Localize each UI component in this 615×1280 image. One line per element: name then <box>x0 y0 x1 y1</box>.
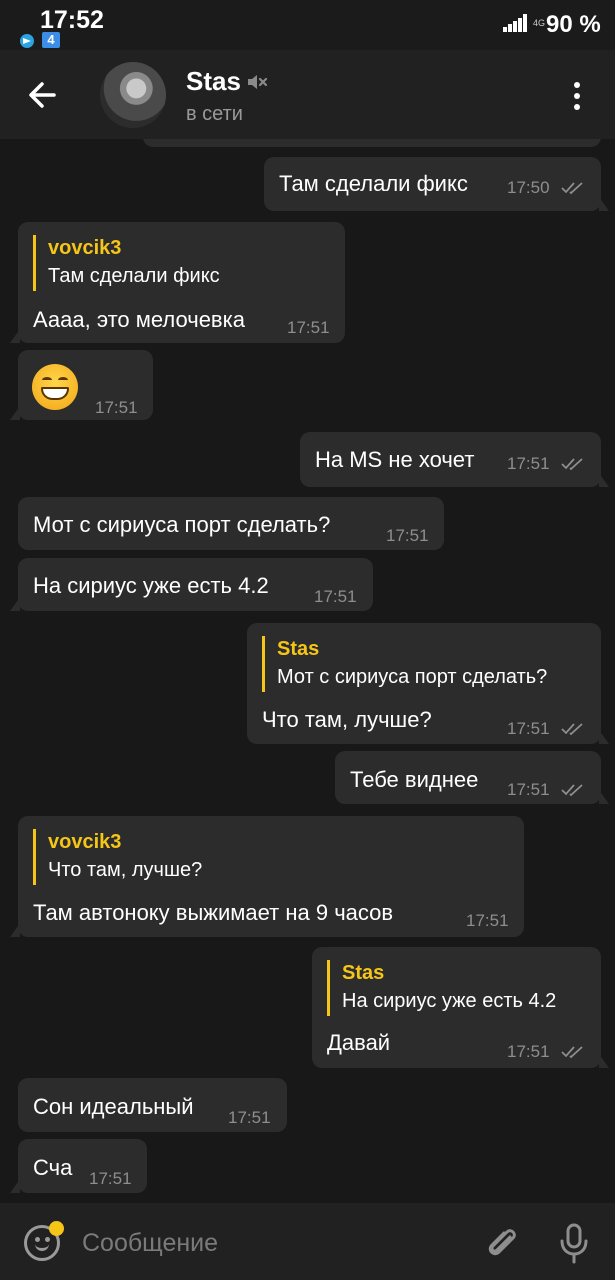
message-bubble-in[interactable]: 17:51 <box>10 350 153 420</box>
message-text: Давай <box>327 1030 391 1055</box>
reply-text: Там сделали фикс <box>48 265 220 287</box>
reply-author: Stas <box>277 638 320 660</box>
more-menu-button[interactable] <box>562 80 592 112</box>
message-bubble-out[interactable]: Stas Мот с сириуса порт сделать? Что там… <box>247 623 609 744</box>
message-bubble-in[interactable]: vovcik3 Что там, лучше? Там автоноку выж… <box>10 816 524 937</box>
microphone-icon <box>560 1223 588 1264</box>
message-bubble-in[interactable]: Сон идеальный 17:51 <box>18 1078 287 1132</box>
reply-text: Что там, лучше? <box>48 859 203 881</box>
message-text: Аааа, это мелочевка <box>33 307 245 332</box>
message-time: 17:51 <box>507 780 550 799</box>
message-bubble-in[interactable]: vovcik3 Там сделали фикс Аааа, это мелоч… <box>10 222 345 343</box>
message-text: Мот с сириуса порт сделать? <box>33 512 331 537</box>
message-text: Тебе виднее <box>350 767 479 792</box>
signal-icon <box>503 14 529 32</box>
smile-icon <box>35 1237 40 1242</box>
message-time: 17:51 <box>466 911 509 930</box>
message-bubble-out[interactable]: Там сделали фикс 17:50 <box>264 157 609 211</box>
avatar[interactable] <box>100 62 166 128</box>
reply-author: Stas <box>342 962 385 984</box>
message-time: 17:51 <box>314 587 357 606</box>
message-time: 17:51 <box>228 1108 271 1127</box>
battery-level: 90 % <box>546 11 601 38</box>
double-check-icon <box>561 182 583 195</box>
double-check-icon <box>561 1046 583 1059</box>
reply-text: На сириус уже есть 4.2 <box>342 990 557 1012</box>
message-text: На MS не хочет <box>315 447 475 472</box>
message-bubble-out[interactable]: На MS не хочет 17:51 <box>300 432 609 487</box>
reply-text: Мот с сириуса порт сделать? <box>277 666 548 688</box>
arrow-left-icon <box>29 82 56 108</box>
message-text: Сон идеальный <box>33 1094 194 1119</box>
message-time: 17:51 <box>507 454 550 473</box>
reply-author: vovcik3 <box>48 831 122 853</box>
message-time: 17:51 <box>95 398 138 417</box>
status-time: 17:52 <box>40 6 104 34</box>
emoji-badge-dot <box>49 1221 64 1236</box>
more-vertical-icon <box>574 82 580 88</box>
message-time: 17:51 <box>507 719 550 738</box>
muted-speaker-icon <box>246 72 268 92</box>
message-time: 17:51 <box>287 318 330 337</box>
chat-title[interactable]: Stas <box>186 66 241 97</box>
message-bubble-partial <box>143 139 601 147</box>
message-text: Сча <box>33 1155 73 1180</box>
reply-author: vovcik3 <box>48 237 122 259</box>
message-list[interactable]: Там сделали фикс 17:50 vovcik3 Там сдела… <box>0 139 615 1203</box>
back-button[interactable] <box>20 75 64 115</box>
grinning-face-emoji <box>32 364 78 410</box>
status-bar: 17:52 4 4G 90 % <box>0 0 615 50</box>
telegram-notification-icon <box>20 34 34 48</box>
reply-quote[interactable]: Stas На сириус уже есть 4.2 <box>327 960 556 1016</box>
double-check-icon <box>561 458 583 471</box>
paperclip-icon <box>488 1229 516 1256</box>
message-time: 17:50 <box>507 178 550 197</box>
reply-quote[interactable]: vovcik3 Там сделали фикс <box>33 235 220 291</box>
message-bubble-out[interactable]: Stas На сириус уже есть 4.2 Давай 17:51 <box>312 947 609 1068</box>
reply-quote[interactable]: Stas Мот с сириуса порт сделать? <box>262 636 547 692</box>
message-bubble-out[interactable]: Тебе виднее 17:51 <box>335 751 609 804</box>
message-text: Что там, лучше? <box>262 707 432 732</box>
reply-quote[interactable]: vovcik3 Что там, лучше? <box>33 829 202 885</box>
online-status: в сети <box>186 103 243 125</box>
message-text: На сириус уже есть 4.2 <box>33 573 269 598</box>
app-notification-icon: 4 <box>42 32 60 48</box>
message-time: 17:51 <box>89 1169 132 1188</box>
double-check-icon <box>561 723 583 736</box>
message-bubble-in[interactable]: На сириус уже есть 4.2 17:51 <box>10 558 373 611</box>
message-input[interactable] <box>82 1225 462 1261</box>
message-bubble-in[interactable]: Мот с сириуса порт сделать? 17:51 <box>18 497 444 550</box>
message-composer <box>0 1203 615 1280</box>
message-text: Там сделали фикс <box>279 171 468 196</box>
message-bubble-in[interactable]: Сча 17:51 <box>10 1139 147 1193</box>
message-time: 17:51 <box>507 1042 550 1061</box>
message-text: Там автоноку выжимает на 9 часов <box>33 900 394 925</box>
message-time: 17:51 <box>386 526 429 545</box>
attach-button[interactable] <box>484 1223 520 1263</box>
voice-record-button[interactable] <box>558 1223 590 1265</box>
chat-header: Stas в сети <box>0 50 615 139</box>
double-check-icon <box>561 784 583 797</box>
network-type: 4G <box>533 18 546 28</box>
